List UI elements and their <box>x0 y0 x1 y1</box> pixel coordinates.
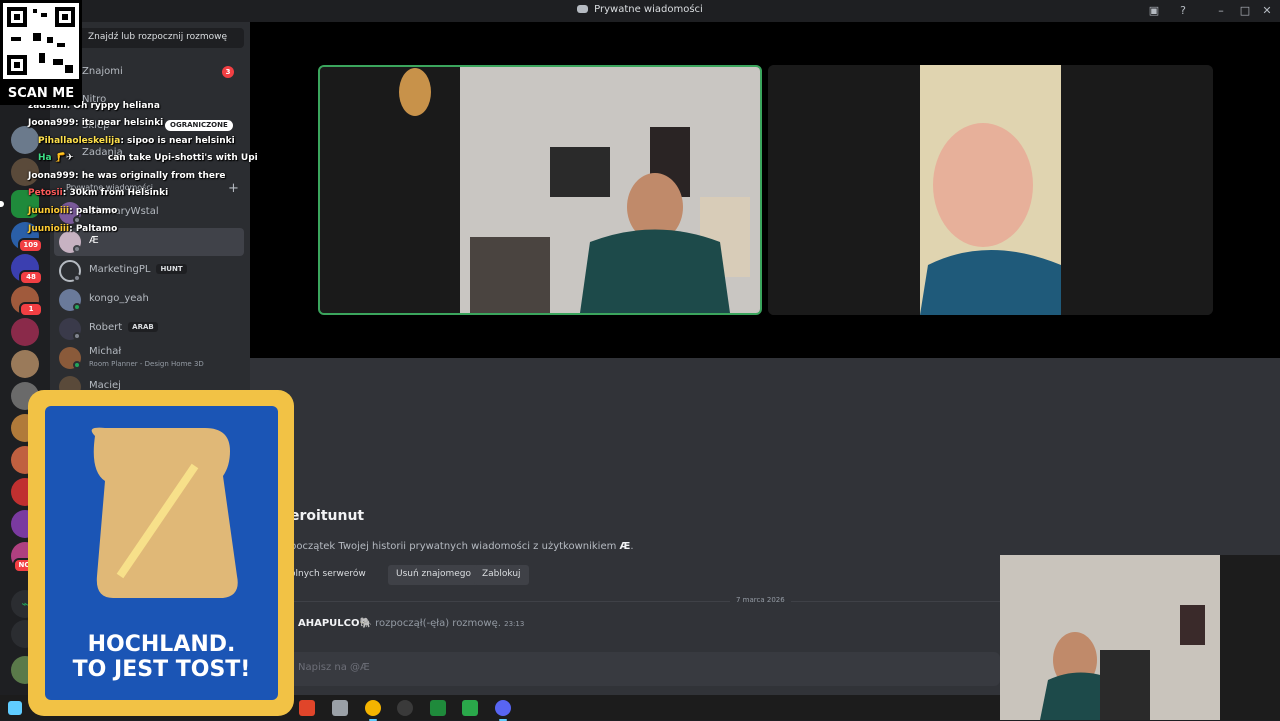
qr-code <box>3 3 79 79</box>
minimize-button[interactable]: – <box>1213 3 1229 19</box>
status-icon <box>73 274 81 282</box>
webcam-feed <box>1000 555 1280 720</box>
dm-item[interactable]: Robert ARAB <box>54 315 244 343</box>
system-message: AHAPULCO🐘 rozpoczął(-ęła) rozmowę. 23:13 <box>298 618 525 629</box>
status-icon <box>73 361 81 369</box>
stream-chat-line: Juunioiii: Paltamo <box>28 224 118 234</box>
server-icon[interactable]: 48 <box>11 254 43 285</box>
dm-item[interactable]: MarketingPL HUNT <box>54 257 244 285</box>
dm-header-name: eroitunut <box>290 508 365 524</box>
status-icon <box>73 216 81 224</box>
emote-icon: 🦵✈ <box>54 153 74 163</box>
video-tile-participant[interactable] <box>768 65 1213 315</box>
start-icon[interactable] <box>8 701 22 715</box>
maximize-button[interactable]: □ <box>1237 3 1253 19</box>
brave-icon[interactable] <box>299 700 315 716</box>
close-button[interactable]: ✕ <box>1259 3 1275 19</box>
server-icon[interactable] <box>11 318 39 346</box>
search-input[interactable]: Znajdź lub rozpocznij rozmowę <box>60 28 244 48</box>
title-bar: Prywatne wiadomości ▣ ? – □ ✕ <box>0 0 1280 22</box>
chrome-icon[interactable] <box>365 700 381 721</box>
message-input[interactable]: Napisz na @Æ <box>282 652 1000 686</box>
dm-intro: początek Twojej historii prywatnych wiad… <box>290 541 634 552</box>
add-dm-button[interactable]: + <box>228 181 239 196</box>
date-divider <box>290 601 1000 602</box>
server-icon[interactable] <box>11 126 39 154</box>
scan-me-label: SCAN ME <box>7 86 75 101</box>
qr-overlay: SCAN ME <box>0 0 82 105</box>
video-tile-streamer[interactable] <box>318 65 762 315</box>
date-label: 7 marca 2026 <box>730 596 791 604</box>
webcam-feed <box>768 65 1213 315</box>
status-icon <box>73 332 81 340</box>
help-icon[interactable]: ? <box>1175 3 1191 19</box>
explorer-icon[interactable] <box>332 700 348 716</box>
stream-chat-line: Pihallaoleskelija: sipoo is near helsink… <box>38 136 235 146</box>
inbox-icon[interactable]: ▣ <box>1146 3 1162 19</box>
remove-friend-button[interactable]: Usuń znajomego <box>388 565 480 585</box>
stream-chat-line: Juunioiii: paltamo <box>28 206 118 216</box>
dm-item[interactable]: kongo_yeah <box>54 286 244 314</box>
server-icon[interactable] <box>11 350 39 378</box>
webcam-feed <box>320 67 760 313</box>
stream-chat-line: Ha 🦵✈ can take Upi-shotti's with Upi <box>38 153 258 163</box>
window-title: Prywatne wiadomości <box>0 4 1280 15</box>
server-tag: HUNT <box>156 264 187 274</box>
obs-icon[interactable] <box>397 700 413 716</box>
friends-badge: 3 <box>222 66 234 78</box>
ad-slogan-line1: HOCHLAND. <box>87 632 236 657</box>
stream-chat-line: Joona999: he was originally from there <box>28 171 226 181</box>
chat-app-icon[interactable] <box>462 700 478 716</box>
ad-slogan-line2: TO JEST TOST! <box>72 657 251 682</box>
mutual-servers-button[interactable]: ólnych serwerów <box>282 565 374 585</box>
status-icon <box>73 245 81 253</box>
stream-chat-line: Petosii: 30km from Helsinki <box>28 188 169 198</box>
server-tag: ARAB <box>128 322 158 332</box>
server-icon[interactable]: 1 <box>11 286 43 317</box>
status-icon <box>73 303 81 311</box>
stream-chat-line: Joona999: its near helsinki <box>28 118 164 128</box>
discord-taskbar-icon[interactable] <box>495 700 511 721</box>
shop-limited-badge: OGRANICZONE <box>165 120 233 131</box>
dm-item[interactable]: Michał Room Planner - Design Home 3D <box>54 344 244 372</box>
nav-friends[interactable]: Znajomi 3 <box>60 59 244 85</box>
kick-icon[interactable] <box>430 700 446 716</box>
block-button[interactable]: Zablokuj <box>474 565 529 585</box>
streamer-webcam <box>1000 555 1280 720</box>
discord-icon <box>577 5 589 13</box>
